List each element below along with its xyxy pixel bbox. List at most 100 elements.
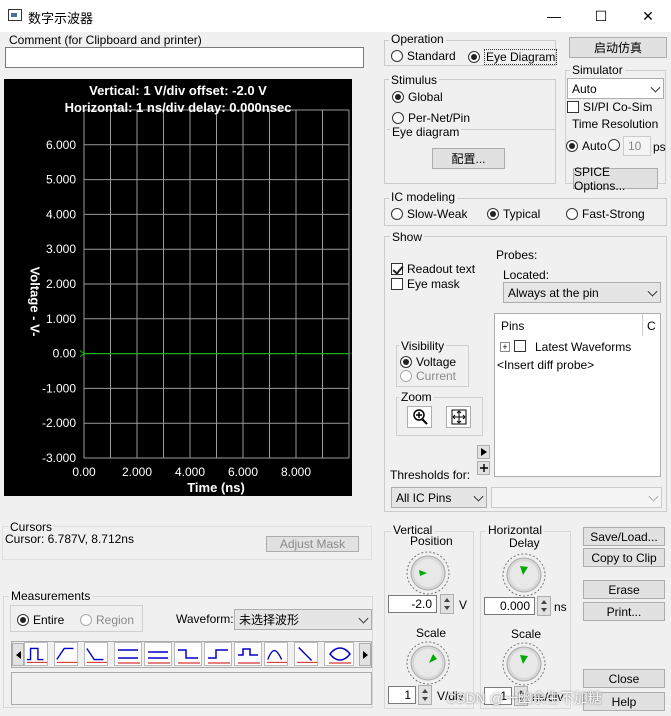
time-res-input[interactable]: 10 <box>623 136 651 156</box>
close-button[interactable]: Close <box>583 669 665 688</box>
cosim-checkbox[interactable]: SI/PI Co-Sim <box>567 100 652 114</box>
eye-icon[interactable] <box>324 642 354 666</box>
horizontal-delay-knob[interactable] <box>501 552 547 598</box>
time-res-custom-radio[interactable] <box>608 139 620 151</box>
period-icon[interactable] <box>234 642 262 666</box>
x-tick-label: 4.000 <box>175 465 205 479</box>
measure-region-radio[interactable]: Region <box>80 613 134 627</box>
zoom-in-icon <box>412 409 428 425</box>
located-select[interactable]: Always at the pin <box>503 282 661 303</box>
time-resolution-label: Time Resolution <box>570 117 661 131</box>
operation-standard-radio[interactable]: Standard <box>391 49 456 63</box>
visibility-current-radio[interactable]: Current <box>400 369 456 383</box>
y-tick-label: 0.00 <box>53 347 77 361</box>
save-load-button[interactable]: Save/Load... <box>583 527 665 546</box>
pins-list[interactable]: Pins C + Latest Waveforms <Insert diff p… <box>494 313 661 477</box>
stimulus-label: Stimulus <box>389 73 440 87</box>
horizontal-scale-knob[interactable] <box>501 641 547 687</box>
maximize-button[interactable]: ☐ <box>578 0 624 32</box>
stimulus-pernet-radio[interactable]: Per-Net/Pin <box>392 111 470 125</box>
latest-waveforms-checkbox[interactable] <box>514 340 526 352</box>
zoom-in-button[interactable] <box>407 406 432 428</box>
radio-dot <box>400 370 412 382</box>
scope-display[interactable]: 6.000 5.000 4.000 3.000 2.000 1.000 0.00 -1.000… <box>4 79 352 496</box>
vertical-position-input[interactable]: -2.0 <box>388 595 437 613</box>
thresholds-select-2[interactable] <box>491 487 662 508</box>
measurement-result-box <box>11 672 372 705</box>
comment-input[interactable] <box>5 47 364 68</box>
add-probe-button[interactable] <box>477 461 490 475</box>
title-bar: 数字示波器 — ☐ ✕ <box>0 0 671 32</box>
vertical-position-knob[interactable] <box>405 550 451 596</box>
low-level-icon[interactable] <box>204 642 232 666</box>
latest-waveforms-label[interactable]: Latest Waveforms <box>535 340 631 354</box>
ic-typical-radio[interactable]: Typical <box>487 207 540 221</box>
close-window-button[interactable]: ✕ <box>625 0 671 32</box>
vertical-scale-input[interactable]: 1 <box>388 686 416 704</box>
eye-config-button[interactable]: 配置... <box>432 148 505 169</box>
horizontal-delay-spinner[interactable] <box>537 596 551 616</box>
spice-options-button[interactable]: SPICE Options... <box>573 165 658 193</box>
vertical-position-unit: V <box>459 598 468 612</box>
ic-slow-radio[interactable]: Slow-Weak <box>391 207 467 221</box>
radio-dot <box>566 208 578 220</box>
radio-dot <box>391 50 403 62</box>
thresholds-select[interactable]: All IC Pins <box>391 487 487 508</box>
expand-icon[interactable]: + <box>500 342 510 352</box>
time-res-auto-radio[interactable]: Auto <box>566 139 607 153</box>
rise-time-icon[interactable] <box>54 642 78 666</box>
skew-icon[interactable] <box>264 642 288 666</box>
radio-label: Fast-Strong <box>582 207 645 221</box>
visibility-voltage-radio[interactable]: Voltage <box>400 355 456 369</box>
pins-column-header[interactable]: Pins <box>501 319 524 333</box>
waveform-select[interactable]: 未选择波形 <box>234 609 372 630</box>
adjust-mask-button[interactable]: Adjust Mask <box>266 536 359 552</box>
toolbar-scroll-left-button[interactable] <box>12 643 24 666</box>
high-level-icon[interactable] <box>174 642 202 666</box>
vertical-position-spinner[interactable] <box>440 594 454 614</box>
y-tick-label: 2.000 <box>46 277 76 291</box>
operation-eye-radio[interactable]: Eye Diagram <box>468 49 558 65</box>
erase-button[interactable]: Erase <box>583 580 665 599</box>
copy-to-clip-button[interactable]: Copy to Clip <box>583 548 665 567</box>
slew-icon[interactable] <box>294 642 318 666</box>
pulse-width-icon[interactable] <box>24 642 48 666</box>
insert-diff-probe-item[interactable]: <Insert diff probe> <box>497 358 594 372</box>
checkbox-label: Eye mask <box>407 277 460 291</box>
eye-diagram-label: Eye diagram <box>390 125 462 139</box>
zoom-fit-button[interactable] <box>446 406 471 428</box>
measure-entire-radio[interactable]: Entire <box>17 613 64 627</box>
radio-dot <box>468 51 480 63</box>
horizontal-delay-input[interactable]: 0.000 <box>484 597 535 615</box>
toolbar-scroll-right-button[interactable] <box>359 643 371 666</box>
scroll-right-button[interactable] <box>477 445 490 459</box>
minimize-button[interactable]: — <box>531 0 577 32</box>
vertical-scale-spinner[interactable] <box>418 685 432 705</box>
chevron-down-icon <box>358 613 369 624</box>
radio-dot <box>392 112 404 124</box>
fall-time-icon[interactable] <box>84 642 108 666</box>
y-tick-label: 5.000 <box>46 173 76 187</box>
eye-mask-checkbox[interactable]: Eye mask <box>391 277 460 291</box>
y-tick-label: 4.000 <box>46 207 76 221</box>
vertical-scale-knob[interactable] <box>405 640 451 686</box>
triangle-right-icon <box>362 650 368 659</box>
plus-icon <box>479 464 488 472</box>
visibility-label: Visibility <box>399 339 447 353</box>
radio-dot <box>487 208 499 220</box>
simulator-select[interactable]: Auto <box>567 78 664 99</box>
vertical-position-label: Position <box>410 534 453 548</box>
ic-fast-radio[interactable]: Fast-Strong <box>566 207 645 221</box>
readout-text-checkbox[interactable]: Readout text <box>391 262 475 276</box>
stimulus-global-radio[interactable]: Global <box>392 90 443 104</box>
radio-label: Region <box>96 613 135 627</box>
c-column-header[interactable]: C <box>647 319 656 333</box>
print-button[interactable]: Print... <box>583 602 665 621</box>
x-tick-label: 8.000 <box>281 465 311 479</box>
radio-label: Eye Diagram <box>484 49 558 65</box>
overshoot-icon[interactable] <box>114 642 142 666</box>
ground-marker <box>79 350 85 357</box>
comment-label: Comment (for Clipboard and printer) <box>9 33 202 47</box>
undershoot-icon[interactable] <box>144 642 172 666</box>
start-simulation-button[interactable]: 启动仿真 <box>569 37 667 58</box>
